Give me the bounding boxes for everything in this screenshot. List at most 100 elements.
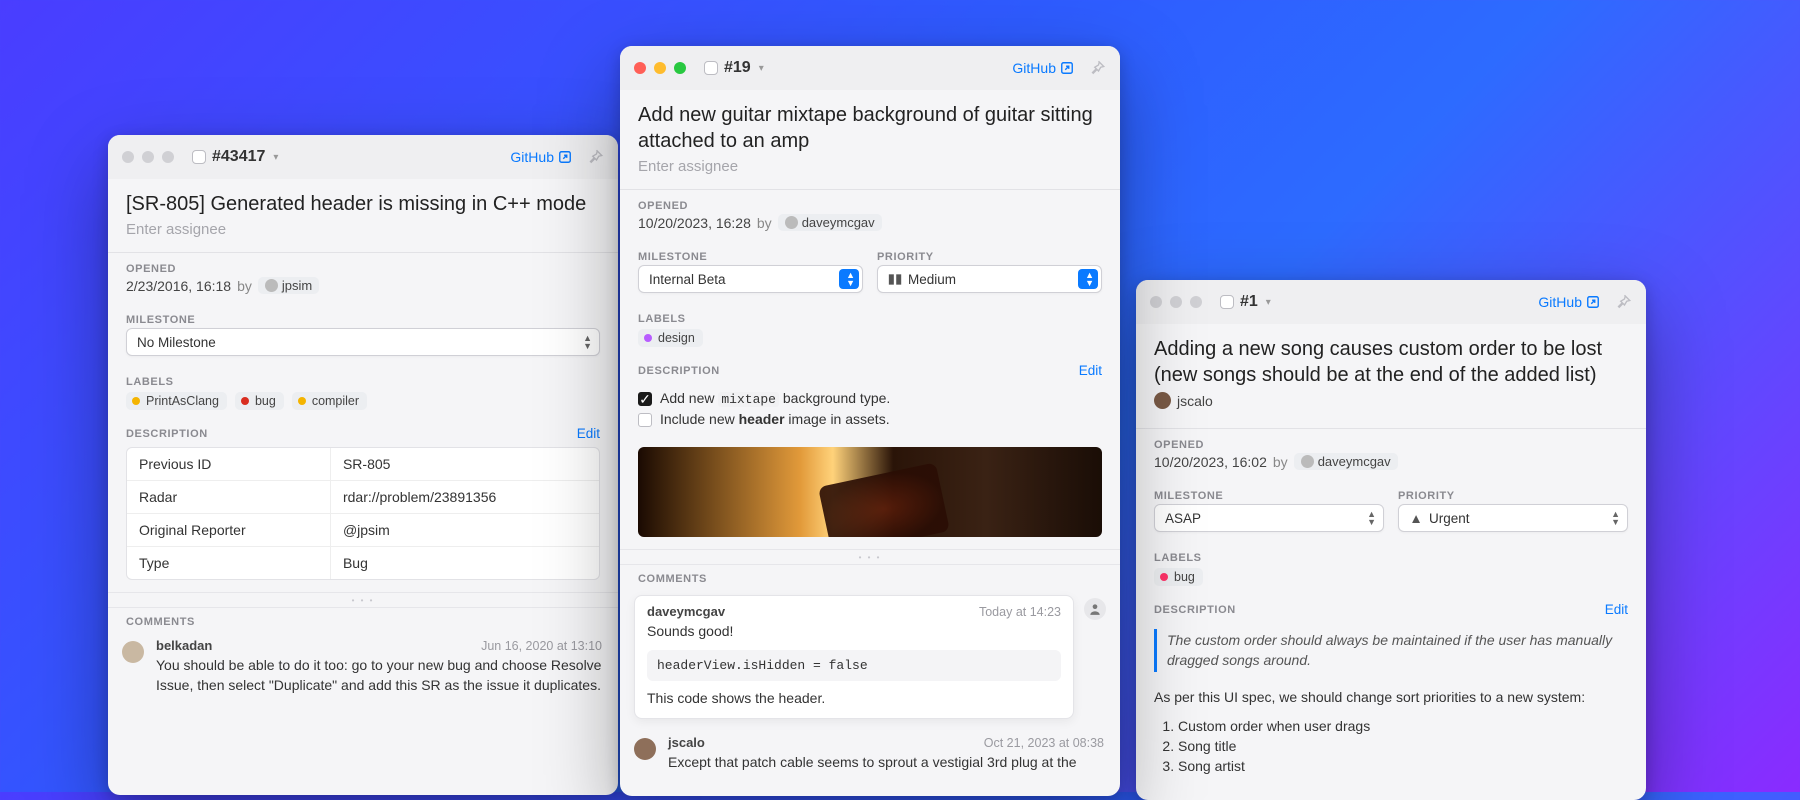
- updown-icon: ▲▼: [1367, 510, 1376, 526]
- chevron-down-icon[interactable]: ▾: [1266, 297, 1271, 308]
- description-label: Description: [126, 428, 208, 440]
- traffic-lights[interactable]: [1150, 296, 1202, 308]
- updown-icon: ▲▼: [846, 271, 855, 287]
- assignee-field[interactable]: Enter assignee: [126, 221, 600, 238]
- label-chip[interactable]: bug: [235, 392, 284, 410]
- code-block: headerView.isHidden = false: [647, 650, 1061, 681]
- updown-icon: ▲▼: [583, 334, 592, 350]
- description-text: As per this UI spec, we should change so…: [1136, 682, 1646, 714]
- traffic-lights[interactable]: [122, 151, 174, 163]
- zoom-dot[interactable]: [162, 151, 174, 163]
- issue-id[interactable]: #1: [1240, 293, 1258, 311]
- labels-label: Labels: [620, 303, 1120, 325]
- opened-value: 10/20/2023, 16:28by daveymcgav: [620, 212, 1120, 241]
- titlebar[interactable]: #19 ▾ GitHub: [620, 46, 1120, 90]
- author-chip[interactable]: daveymcgav: [1294, 453, 1398, 470]
- issue-window-right: #1 ▾ GitHub Adding a new song causes cus…: [1136, 280, 1646, 800]
- comment-time: Today at 14:23: [979, 605, 1061, 619]
- milestone-select[interactable]: No Milestone ▲▼: [126, 328, 600, 356]
- comment-author[interactable]: jscalo: [668, 735, 705, 750]
- comment-body: You should be able to do it too: go to y…: [156, 656, 602, 695]
- opened-label: Opened: [620, 190, 1120, 212]
- updown-icon: ▲▼: [1611, 510, 1620, 526]
- comment-time: Oct 21, 2023 at 08:38: [984, 736, 1104, 750]
- comment-author[interactable]: daveymcgav: [647, 604, 725, 619]
- zoom-dot[interactable]: [674, 62, 686, 74]
- assignee-chip[interactable]: jscalo: [1154, 392, 1213, 409]
- close-dot[interactable]: [634, 62, 646, 74]
- chevron-down-icon[interactable]: ▾: [759, 63, 764, 74]
- bars-icon: ▮▮: [888, 271, 902, 287]
- label-chip[interactable]: PrintAsClang: [126, 392, 227, 410]
- titlebar[interactable]: #1 ▾ GitHub: [1136, 280, 1646, 324]
- comment: jscaloOct 21, 2023 at 08:38 Except that …: [634, 735, 1106, 773]
- blockquote: The custom order should always be mainta…: [1154, 629, 1628, 672]
- close-dot[interactable]: [1150, 296, 1162, 308]
- milestone-select[interactable]: ASAP▲▼: [1154, 504, 1384, 532]
- comments-label: Comments: [620, 565, 1120, 589]
- updown-icon: ▲▼: [1085, 271, 1094, 287]
- checkbox[interactable]: [638, 413, 652, 427]
- ordered-list: Custom order when user drags Song title …: [1136, 714, 1646, 787]
- checkbox[interactable]: ✓: [638, 392, 652, 406]
- pin-icon[interactable]: [1088, 59, 1106, 77]
- pin-icon[interactable]: [1614, 293, 1632, 311]
- issue-id[interactable]: #19: [724, 59, 751, 77]
- issue-title: [SR-805] Generated header is missing in …: [126, 191, 600, 217]
- github-link[interactable]: GitHub: [1538, 294, 1600, 310]
- titlebar[interactable]: #43417 ▾ GitHub: [108, 135, 618, 179]
- issue-window-left: #43417 ▾ GitHub [SR-805] Generated heade…: [108, 135, 618, 795]
- priority-label: Priority: [1398, 480, 1628, 502]
- comment: belkadanJun 16, 2020 at 13:10 You should…: [122, 638, 604, 695]
- minimize-dot[interactable]: [142, 151, 154, 163]
- labels-label: Labels: [108, 366, 618, 388]
- author-chip[interactable]: daveymcgav: [778, 214, 882, 231]
- minimize-dot[interactable]: [1170, 296, 1182, 308]
- list-item: Song artist: [1178, 756, 1628, 776]
- milestone-label: Milestone: [638, 241, 863, 263]
- close-dot[interactable]: [122, 151, 134, 163]
- avatar: [1301, 455, 1314, 468]
- comments-label: Comments: [108, 608, 618, 632]
- priority-select[interactable]: ▮▮Medium▲▼: [877, 265, 1102, 293]
- pin-icon[interactable]: [586, 148, 604, 166]
- labels-row: design: [620, 325, 1120, 357]
- assignee-field[interactable]: Enter assignee: [638, 158, 1102, 175]
- label-chip[interactable]: bug: [1154, 568, 1203, 586]
- list-item: Song title: [1178, 736, 1628, 756]
- split-handle[interactable]: • • •: [108, 592, 618, 608]
- priority-select[interactable]: ▲Urgent▲▼: [1398, 504, 1628, 532]
- description-label: Description: [638, 365, 720, 377]
- split-handle[interactable]: • • •: [620, 549, 1120, 565]
- issue-title: Adding a new song causes custom order to…: [1154, 336, 1628, 388]
- external-link-icon: [1060, 61, 1074, 75]
- traffic-lights[interactable]: [634, 62, 686, 74]
- edit-link[interactable]: Edit: [1079, 363, 1102, 378]
- priority-label: Priority: [877, 241, 1102, 263]
- edit-link[interactable]: Edit: [1605, 602, 1628, 617]
- milestone-label: Milestone: [1154, 480, 1384, 502]
- description-body: ✓Add new mixtape background type. Includ…: [620, 384, 1120, 441]
- label-chip[interactable]: compiler: [292, 392, 367, 410]
- avatar: [122, 641, 144, 663]
- label-chip[interactable]: design: [638, 329, 703, 347]
- chevron-down-icon[interactable]: ▾: [273, 152, 278, 163]
- state-checkbox[interactable]: [704, 61, 718, 75]
- comment-author[interactable]: belkadan: [156, 638, 212, 653]
- state-checkbox[interactable]: [192, 150, 206, 164]
- external-link-icon: [1586, 295, 1600, 309]
- labels-label: Labels: [1136, 542, 1646, 564]
- opened-label: Opened: [1136, 429, 1646, 451]
- issue-id[interactable]: #43417: [212, 148, 265, 166]
- author-chip[interactable]: jpsim: [258, 277, 319, 294]
- edit-link[interactable]: Edit: [577, 426, 600, 441]
- milestone-select[interactable]: Internal Beta▲▼: [638, 265, 863, 293]
- avatar: [1084, 598, 1106, 620]
- minimize-dot[interactable]: [654, 62, 666, 74]
- github-link[interactable]: GitHub: [510, 149, 572, 165]
- attached-image[interactable]: [638, 447, 1102, 537]
- table-row: Previous IDSR-805: [127, 448, 599, 480]
- state-checkbox[interactable]: [1220, 295, 1234, 309]
- zoom-dot[interactable]: [1190, 296, 1202, 308]
- github-link[interactable]: GitHub: [1012, 60, 1074, 76]
